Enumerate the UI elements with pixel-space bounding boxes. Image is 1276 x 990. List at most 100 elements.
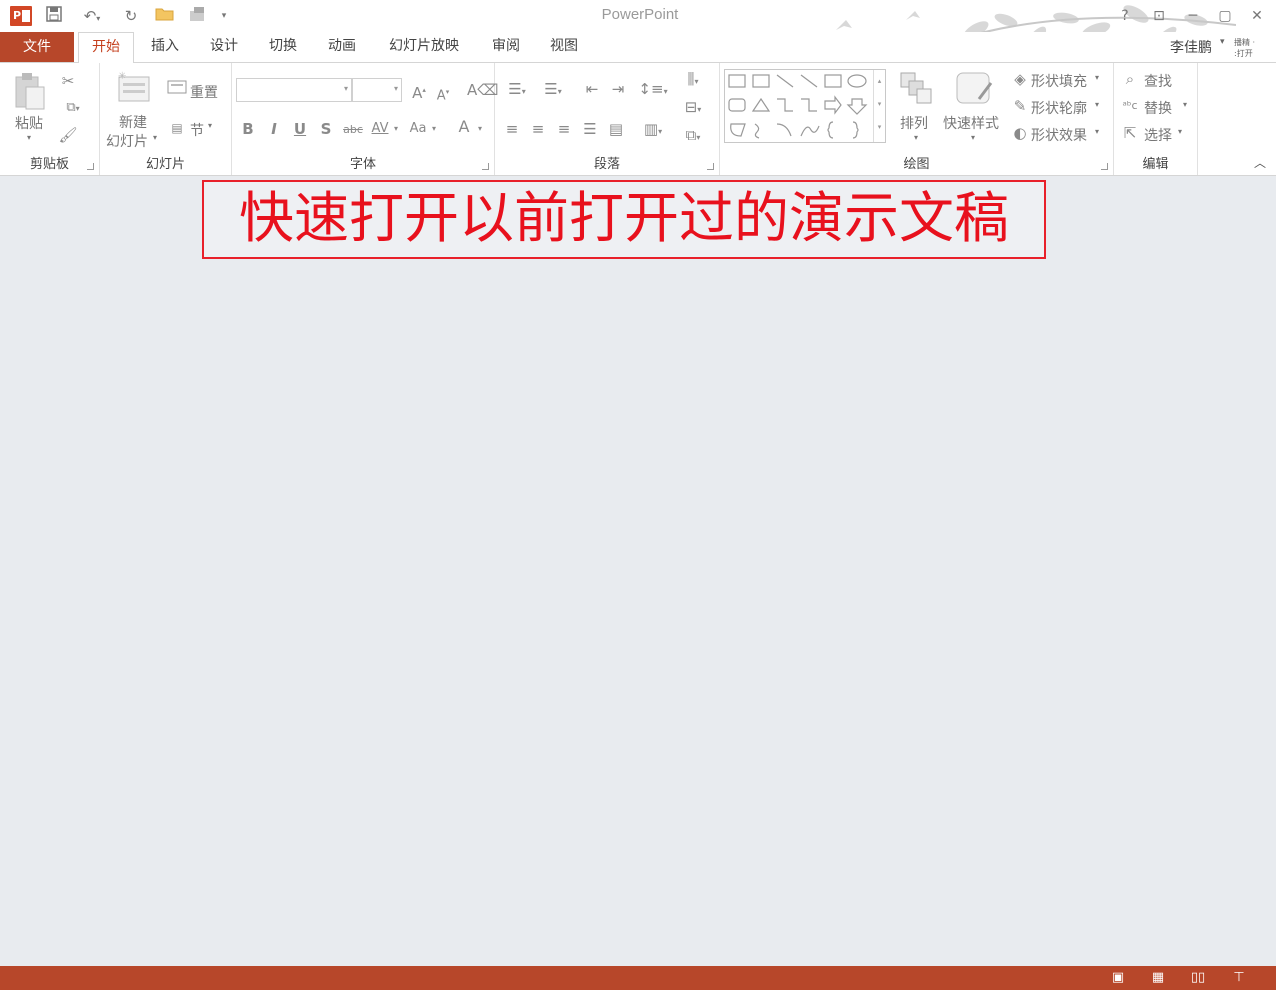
tab-insert[interactable]: 插入: [140, 32, 190, 62]
numbering-icon[interactable]: ☰▾: [537, 79, 569, 102]
change-case-button[interactable]: Aa: [406, 119, 430, 139]
shape-effects-icon[interactable]: ◐: [1010, 123, 1030, 143]
find-button[interactable]: 查找: [1144, 71, 1172, 91]
tab-transitions[interactable]: 切换: [258, 32, 308, 62]
paste-icon[interactable]: [12, 71, 46, 111]
section-icon[interactable]: ▤: [166, 118, 188, 138]
gallery-scrollbar[interactable]: ▴ ▾ ▾: [873, 70, 885, 142]
reset-icon[interactable]: [166, 79, 188, 100]
select-icon[interactable]: ⇱: [1120, 123, 1140, 143]
undo-icon[interactable]: ↶▾: [76, 6, 108, 26]
avatar[interactable]: 播精 · :打开: [1234, 37, 1262, 59]
tab-view[interactable]: 视图: [539, 32, 589, 62]
distribute-icon[interactable]: ▤: [605, 119, 627, 139]
reset-button[interactable]: 重置: [190, 82, 218, 102]
decrease-font-icon[interactable]: A▾: [432, 82, 454, 106]
new-slide-button[interactable]: 幻灯片: [106, 131, 148, 151]
arrange-icon[interactable]: [898, 71, 934, 105]
new-slide-icon[interactable]: ✳: [114, 69, 154, 109]
quick-styles-button[interactable]: 快速样式: [943, 113, 999, 133]
align-center-icon[interactable]: ≡: [527, 119, 549, 139]
line-spacing-icon[interactable]: ↕≡▾: [637, 79, 669, 102]
dialog-launcher-icon[interactable]: [482, 163, 489, 170]
copy-icon[interactable]: ⧉▾: [58, 98, 88, 119]
italic-button[interactable]: I: [264, 119, 284, 139]
select-button[interactable]: 选择: [1144, 125, 1172, 145]
chevron-down-icon[interactable]: ▾: [1183, 100, 1187, 109]
shape-outline-icon[interactable]: ✎: [1010, 96, 1030, 116]
justify-icon[interactable]: ☰: [579, 119, 601, 139]
find-icon[interactable]: ⌕: [1120, 69, 1140, 89]
maximize-icon[interactable]: ▢: [1212, 5, 1238, 27]
shapes-gallery[interactable]: ▴ ▾ ▾: [724, 69, 886, 143]
font-size-combobox[interactable]: ▾: [352, 78, 402, 102]
shapes-gallery-icons[interactable]: [725, 70, 873, 142]
save-icon[interactable]: [44, 6, 64, 26]
replace-icon[interactable]: ᵃᵇc: [1120, 96, 1140, 116]
chevron-down-icon[interactable]: ▾: [153, 133, 157, 142]
chevron-down-icon[interactable]: ▾: [1095, 73, 1099, 82]
normal-view-icon[interactable]: ▣: [1108, 969, 1128, 987]
chevron-down-icon[interactable]: ▾: [430, 119, 438, 139]
open-folder-icon[interactable]: [153, 6, 177, 26]
dialog-launcher-icon[interactable]: [1101, 163, 1108, 170]
chevron-down-icon[interactable]: ▾: [1095, 127, 1099, 136]
tab-review[interactable]: 审阅: [481, 32, 531, 62]
align-left-icon[interactable]: ≡: [501, 119, 523, 139]
clear-formatting-icon[interactable]: A⌫: [467, 80, 498, 100]
slideshow-icon[interactable]: ⊤: [1229, 969, 1249, 987]
tab-slideshow[interactable]: 幻灯片放映: [378, 32, 470, 62]
smartart-icon[interactable]: ⧉▾: [675, 125, 711, 148]
strikethrough-button[interactable]: abc: [340, 120, 366, 140]
font-name-combobox[interactable]: ▾: [236, 78, 352, 102]
redo-icon[interactable]: ↻: [120, 6, 142, 26]
chevron-down-icon[interactable]: ▾: [208, 121, 212, 130]
dialog-launcher-icon[interactable]: [87, 163, 94, 170]
close-icon[interactable]: ✕: [1244, 5, 1270, 27]
tab-file[interactable]: 文件: [0, 32, 74, 62]
chevron-down-icon[interactable]: ▾: [971, 133, 975, 142]
replace-button[interactable]: 替换: [1144, 98, 1172, 118]
chevron-down-icon[interactable]: ▾: [914, 133, 918, 142]
help-icon[interactable]: ?: [1112, 5, 1138, 27]
slide-sorter-icon[interactable]: ▦: [1148, 969, 1168, 987]
collapse-ribbon-icon[interactable]: ︿: [1254, 154, 1266, 171]
quick-styles-icon[interactable]: [952, 69, 996, 109]
shape-fill-button[interactable]: 形状填充: [1031, 71, 1087, 91]
minimize-icon[interactable]: ─: [1180, 5, 1206, 27]
font-color-button[interactable]: A: [454, 117, 474, 137]
character-spacing-button[interactable]: AV: [368, 119, 392, 139]
tab-home[interactable]: 开始: [78, 32, 134, 63]
new-slide-label[interactable]: 新建: [119, 112, 147, 132]
align-right-icon[interactable]: ≡: [553, 119, 575, 139]
bold-button[interactable]: B: [238, 119, 258, 139]
chevron-down-icon[interactable]: ▾: [392, 119, 400, 139]
increase-indent-icon[interactable]: ⇥: [607, 79, 629, 99]
ribbon-display-icon[interactable]: ⊡: [1146, 5, 1172, 27]
shape-effects-button[interactable]: 形状效果: [1031, 125, 1087, 145]
chevron-down-icon[interactable]: ▾: [27, 133, 31, 142]
paste-button[interactable]: 粘贴: [15, 113, 43, 133]
chevron-down-icon[interactable]: ▾: [1220, 37, 1225, 47]
align-text-icon[interactable]: ⊟▾: [675, 97, 711, 120]
format-painter-icon[interactable]: 🖌: [58, 125, 78, 145]
chevron-down-icon[interactable]: ▾: [476, 119, 484, 139]
decrease-indent-icon[interactable]: ⇤: [581, 79, 603, 99]
cut-icon[interactable]: ✂: [58, 71, 78, 91]
text-direction-icon[interactable]: ⫼▾: [675, 69, 711, 92]
shape-fill-icon[interactable]: ◈: [1010, 69, 1030, 89]
shape-outline-button[interactable]: 形状轮廓: [1031, 98, 1087, 118]
tab-animations[interactable]: 动画: [317, 32, 367, 62]
customize-qat-icon[interactable]: ▾: [218, 6, 230, 26]
columns-icon[interactable]: ▥▾: [637, 119, 669, 142]
user-name[interactable]: 李佳鹏: [1170, 37, 1212, 57]
bullets-icon[interactable]: ☰▾: [501, 79, 533, 102]
underline-button[interactable]: U: [290, 119, 310, 139]
chevron-down-icon[interactable]: ▾: [1178, 127, 1182, 136]
reading-view-icon[interactable]: ▯▯: [1188, 969, 1208, 987]
tab-design[interactable]: 设计: [199, 32, 249, 62]
shadow-button[interactable]: S: [316, 119, 336, 139]
new-slide-icon[interactable]: [186, 6, 210, 26]
chevron-down-icon[interactable]: ▾: [1095, 100, 1099, 109]
increase-font-icon[interactable]: A▴: [408, 80, 430, 103]
